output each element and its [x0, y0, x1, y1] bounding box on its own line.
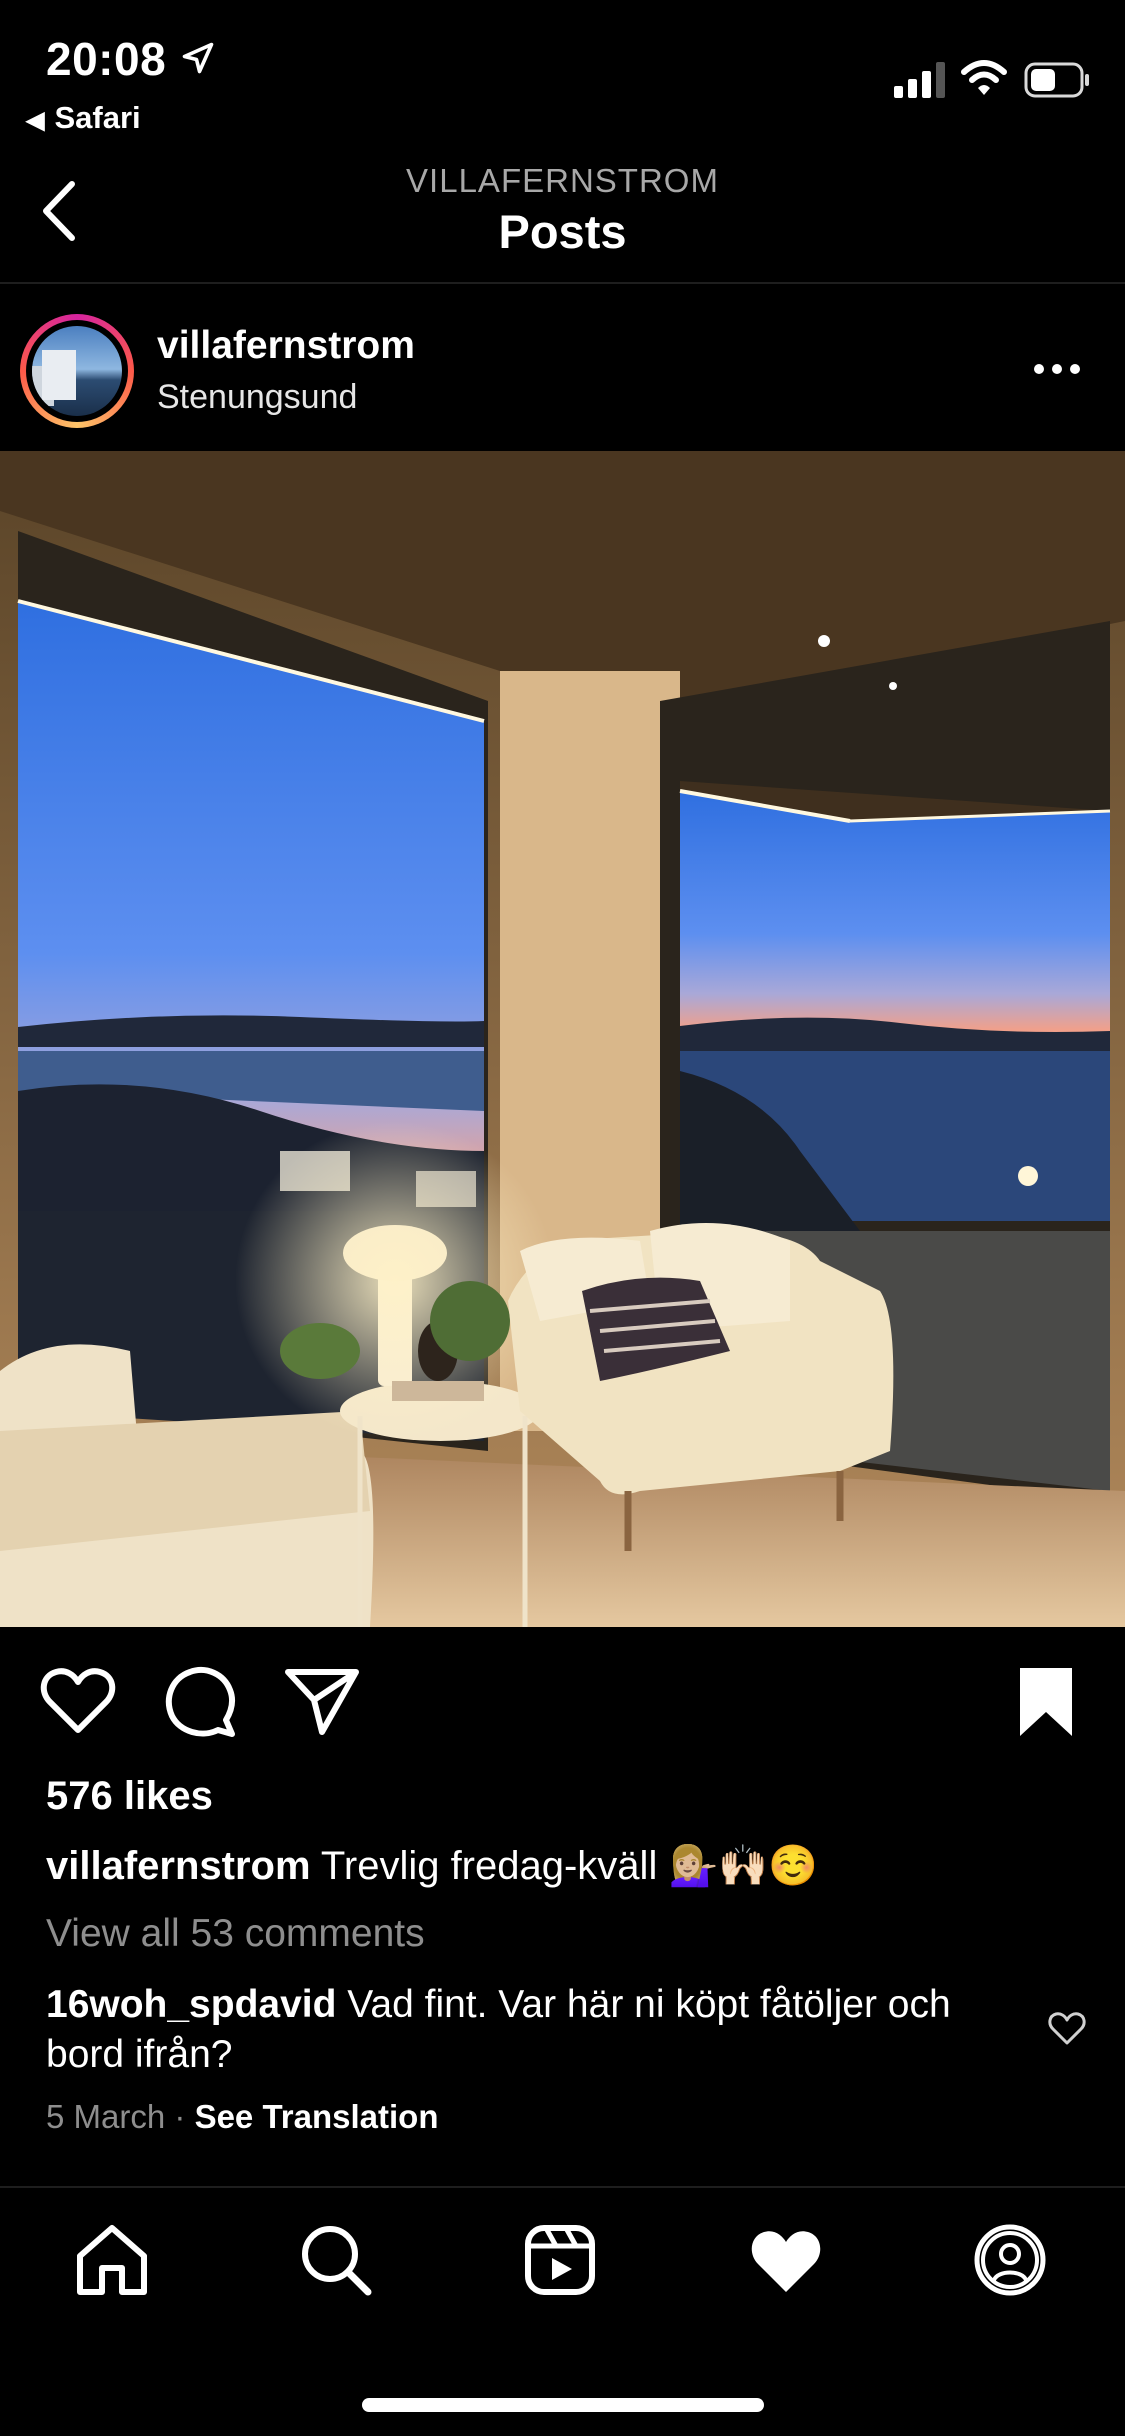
- home-icon[interactable]: [74, 2222, 150, 2298]
- post-caption: villafernstrom Trevlig fredag-kväll 💁🏼‍♀…: [46, 1842, 1076, 1889]
- page-title: Posts: [498, 205, 627, 258]
- header-divider: [0, 282, 1125, 284]
- comment-username[interactable]: 16woh_spdavid: [46, 1983, 336, 2026]
- back-app-label: Safari: [54, 100, 141, 135]
- post-photo[interactable]: [0, 451, 1125, 1627]
- see-translation-link[interactable]: See Translation: [195, 2098, 439, 2135]
- wifi-icon: [961, 60, 1007, 95]
- share-icon[interactable]: [284, 1666, 360, 1736]
- view-all-comments-link[interactable]: View all 53 comments: [46, 1912, 425, 1956]
- post-date: 5 March: [46, 2098, 166, 2135]
- profile-icon[interactable]: [972, 2222, 1048, 2298]
- comment-icon[interactable]: [162, 1664, 236, 1738]
- avatar[interactable]: [32, 326, 122, 416]
- more-options-icon[interactable]: [1032, 356, 1082, 382]
- nav-subtitle: VILLAFERNSTROM: [406, 162, 719, 199]
- post-location[interactable]: Stenungsund: [157, 378, 357, 417]
- home-indicator: [362, 2398, 764, 2412]
- location-arrow-icon: [182, 42, 214, 74]
- comment-heart-icon[interactable]: [1048, 2012, 1086, 2046]
- post-username[interactable]: villafernstrom: [157, 324, 415, 368]
- caption-username[interactable]: villafernstrom: [46, 1844, 311, 1888]
- reels-icon[interactable]: [522, 2222, 598, 2298]
- like-count[interactable]: 576 likes: [46, 1774, 213, 1819]
- battery-icon: [1024, 62, 1089, 98]
- meta-separator: ·: [174, 2098, 186, 2135]
- back-to-safari-link[interactable]: ◀ Safari: [26, 100, 141, 136]
- status-bar: [0, 0, 1125, 140]
- status-time: 20:08: [46, 33, 167, 85]
- heart-icon[interactable]: [40, 1666, 116, 1736]
- back-triangle-icon: ◀: [26, 107, 45, 134]
- heart-filled-icon[interactable]: [748, 2222, 824, 2298]
- comment-preview: 16woh_spdavid Vad fint. Var här ni köpt …: [46, 1980, 1006, 2080]
- cellular-signal-icon: [894, 62, 945, 98]
- search-icon[interactable]: [298, 2222, 374, 2298]
- bookmark-icon[interactable]: [1016, 1664, 1076, 1740]
- post-meta: 5 March · See Translation: [46, 2098, 439, 2136]
- tabbar-divider: [0, 2186, 1125, 2188]
- caption-text: Trevlig fredag-kväll 💁🏼‍♀️🙌🏻☺️: [310, 1844, 818, 1888]
